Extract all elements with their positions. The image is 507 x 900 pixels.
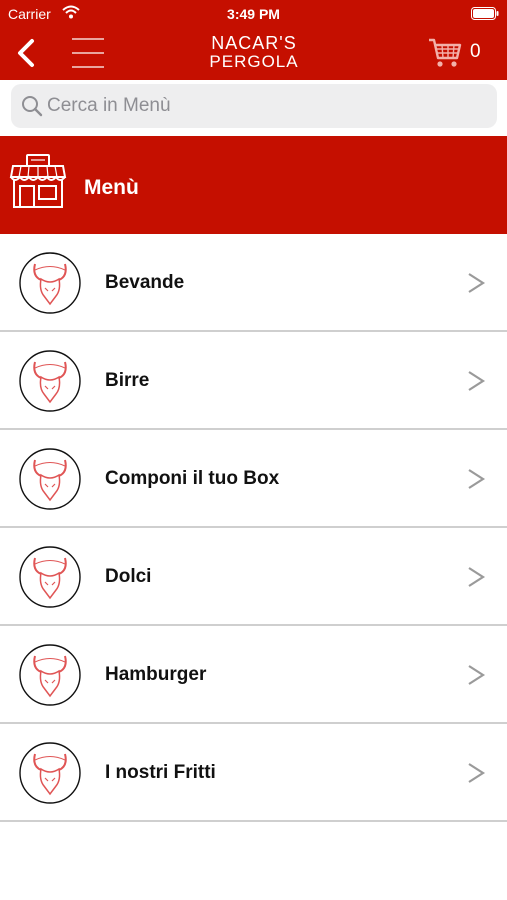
category-label: Birre xyxy=(105,370,150,391)
category-row-hamburger[interactable]: Hamburger xyxy=(0,626,507,724)
section-banner: Menù xyxy=(0,136,507,234)
category-row-dolci[interactable]: Dolci xyxy=(0,528,507,626)
chevron-right-icon xyxy=(466,467,486,496)
shopping-cart-icon[interactable] xyxy=(428,37,462,69)
chevron-right-icon xyxy=(466,369,486,398)
category-row-bevande[interactable]: Bevande xyxy=(0,234,507,332)
category-label: Dolci xyxy=(105,566,152,587)
bull-logo-icon xyxy=(19,644,81,706)
brand-subtitle: PERGOLA xyxy=(209,52,299,71)
search-icon xyxy=(21,95,43,122)
category-label: I nostri Fritti xyxy=(105,762,216,783)
bull-logo-icon xyxy=(19,742,81,804)
bull-logo-icon xyxy=(19,350,81,412)
chevron-right-icon xyxy=(466,761,486,790)
brand-name: NACAR'S xyxy=(211,33,297,53)
cart-count[interactable]: 0 xyxy=(470,41,481,63)
search-bar[interactable] xyxy=(11,84,497,128)
store-icon xyxy=(9,153,67,216)
category-list: Bevande Birre Componi il tuo Box Dolci H… xyxy=(0,234,507,822)
status-time: 3:49 PM xyxy=(227,6,280,22)
hamburger-menu-icon[interactable] xyxy=(72,35,104,71)
category-row-componi-il-tuo-box[interactable]: Componi il tuo Box xyxy=(0,430,507,528)
category-row-i-nostri-fritti[interactable]: I nostri Fritti xyxy=(0,724,507,822)
status-bar: Carrier 3:49 PM xyxy=(0,0,507,28)
search-bar-container xyxy=(0,80,507,136)
back-arrow-icon[interactable] xyxy=(12,37,38,69)
search-input[interactable] xyxy=(47,84,487,128)
chevron-right-icon xyxy=(466,271,486,300)
bull-logo-icon xyxy=(19,546,81,608)
chevron-right-icon xyxy=(466,663,486,692)
bull-logo-icon xyxy=(19,448,81,510)
nav-bar: NACAR'S PERGOLA 0 xyxy=(0,28,507,80)
category-label: Hamburger xyxy=(105,664,207,685)
brand-logo: NACAR'S PERGOLA xyxy=(195,34,313,70)
battery-icon xyxy=(471,7,499,23)
category-row-birre[interactable]: Birre xyxy=(0,332,507,430)
category-label: Componi il tuo Box xyxy=(105,468,280,489)
section-title: Menù xyxy=(84,176,139,199)
chevron-right-icon xyxy=(466,565,486,594)
app-header: Carrier 3:49 PM NACAR'S PERGOLA 0 xyxy=(0,0,507,80)
category-label: Bevande xyxy=(105,272,185,293)
bull-logo-icon xyxy=(19,252,81,314)
